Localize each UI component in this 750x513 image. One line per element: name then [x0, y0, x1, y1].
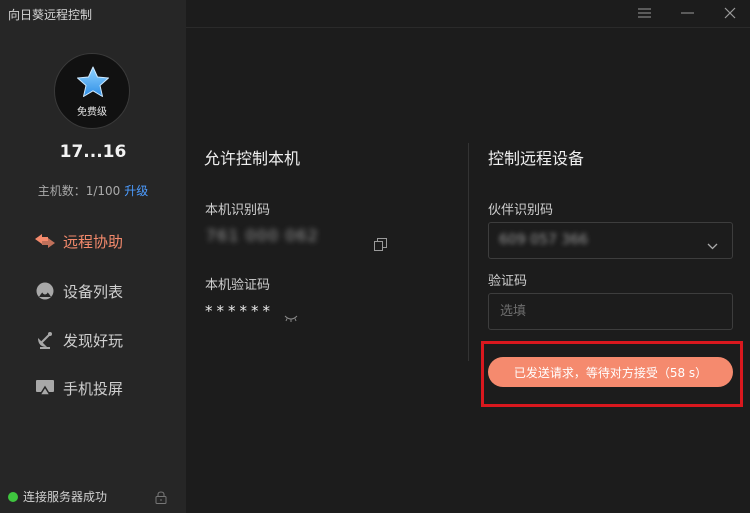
local-code-value: ******	[205, 302, 274, 320]
avatar[interactable]: 免费级	[54, 53, 130, 129]
discover-icon	[34, 330, 56, 350]
partner-id-label: 伙伴识别码	[488, 203, 554, 218]
app-title: 向日葵远程控制	[8, 8, 93, 22]
partner-id-value: 609 057 366	[499, 232, 589, 248]
eye-closed-icon[interactable]	[284, 308, 298, 327]
device-list-icon	[34, 281, 56, 301]
nav-remote-assist[interactable]: 远程协助	[34, 228, 123, 254]
nav-discover-label: 发现好玩	[63, 331, 124, 350]
local-id-label: 本机识别码	[205, 203, 271, 218]
title-bar	[186, 0, 750, 28]
nav-phone-mirror-label: 手机投屏	[63, 379, 124, 398]
host-count: 主机数：1/100 升级	[0, 182, 186, 199]
connect-request-button[interactable]: 已发送请求，等待对方接受（58 s）	[488, 357, 733, 387]
menu-icon[interactable]	[634, 4, 654, 22]
minimize-icon[interactable]	[677, 4, 697, 22]
section-divider	[468, 143, 469, 361]
partner-id-select[interactable]: 609 057 366	[488, 222, 733, 259]
tier-label: 免费级	[77, 107, 107, 118]
status-dot-icon	[8, 491, 18, 502]
status-text: 连接服务器成功	[23, 490, 108, 504]
host-count-text: 主机数：1/100	[37, 184, 121, 198]
lock-icon[interactable]	[155, 489, 167, 508]
local-id-value: 761 000 062	[206, 226, 319, 245]
verify-code-label: 验证码	[488, 274, 528, 289]
upgrade-link[interactable]: 升级	[124, 184, 148, 198]
close-icon[interactable]	[720, 4, 740, 22]
sidebar: 向日葵远程控制 免费级 17...16 主机数：1/100 升级 远程协助 设备…	[0, 0, 186, 513]
local-section-title: 允许控制本机	[204, 149, 301, 168]
connection-status: 连接服务器成功	[8, 488, 107, 505]
nav-discover[interactable]: 发现好玩	[34, 327, 123, 353]
remote-assist-icon	[34, 231, 56, 251]
local-code-label: 本机验证码	[205, 278, 271, 293]
screen-cast-icon	[34, 378, 56, 398]
verify-code-input[interactable]	[488, 293, 733, 330]
user-id: 17...16	[59, 142, 127, 162]
nav-phone-mirror[interactable]: 手机投屏	[34, 375, 123, 401]
remote-section-title: 控制远程设备	[488, 149, 585, 168]
nav-device-list[interactable]: 设备列表	[34, 278, 123, 304]
chevron-down-icon	[707, 235, 718, 254]
copy-icon[interactable]	[374, 236, 387, 255]
nav-device-list-label: 设备列表	[63, 282, 124, 301]
nav-remote-assist-label: 远程协助	[63, 232, 124, 251]
star-icon	[77, 66, 109, 97]
